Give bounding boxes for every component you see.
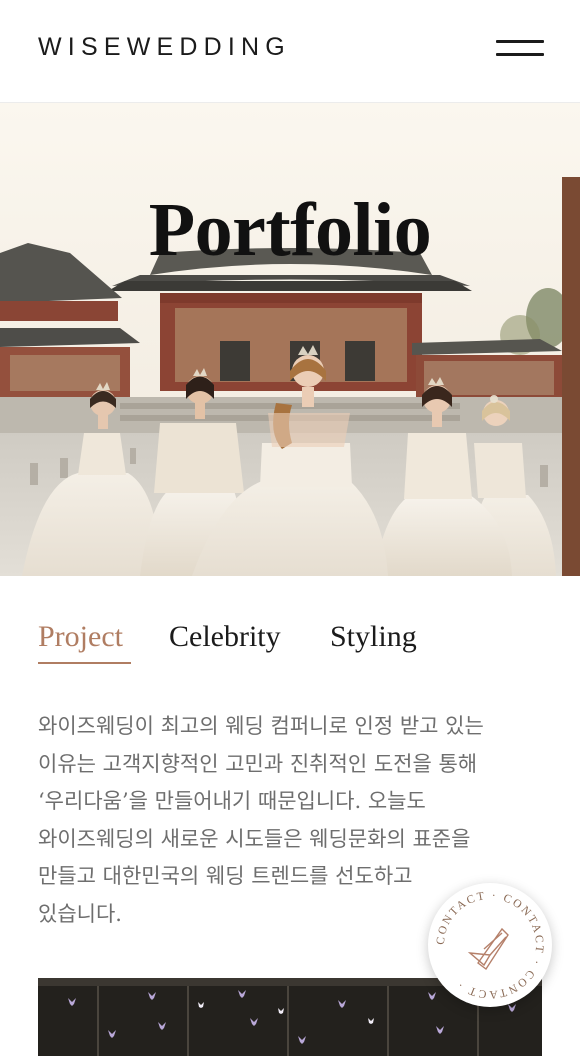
tab-styling[interactable]: Styling [330, 620, 417, 654]
contact-button[interactable]: CONTACT · CONTACT · CONTACT · [428, 883, 552, 1007]
hero-banner: Portfolio [0, 103, 580, 576]
contact-badge-graphic: CONTACT · CONTACT · CONTACT · [435, 890, 543, 1000]
menu-line-top [496, 40, 544, 43]
description-line: 와이즈웨딩이 최고의 웨딩 컴퍼니로 인정 받고 있는 [38, 714, 484, 738]
active-tab-underline [38, 662, 131, 664]
description-line: 이유는 고객지향적인 고민과 진취적인 도전을 통해 [38, 751, 478, 776]
site-header: WISEWEDDING [0, 0, 580, 103]
description-line: ‘우리다움’을 만들어내기 때문입니다. 오늘도 [38, 789, 426, 813]
hero-photo [0, 103, 580, 576]
description-line: 와이즈웨딩의 새로운 시도들은 웨딩문화의 표준을 [38, 826, 471, 851]
tab-celebrity[interactable]: Celebrity [169, 620, 281, 654]
hamburger-menu-icon[interactable] [496, 38, 544, 60]
tab-project[interactable]: Project [38, 620, 123, 654]
logo[interactable]: WISEWEDDING [38, 33, 291, 62]
contact-letter-icon [467, 927, 509, 971]
menu-line-bottom [496, 53, 544, 56]
page-title: Portfolio [148, 188, 432, 272]
